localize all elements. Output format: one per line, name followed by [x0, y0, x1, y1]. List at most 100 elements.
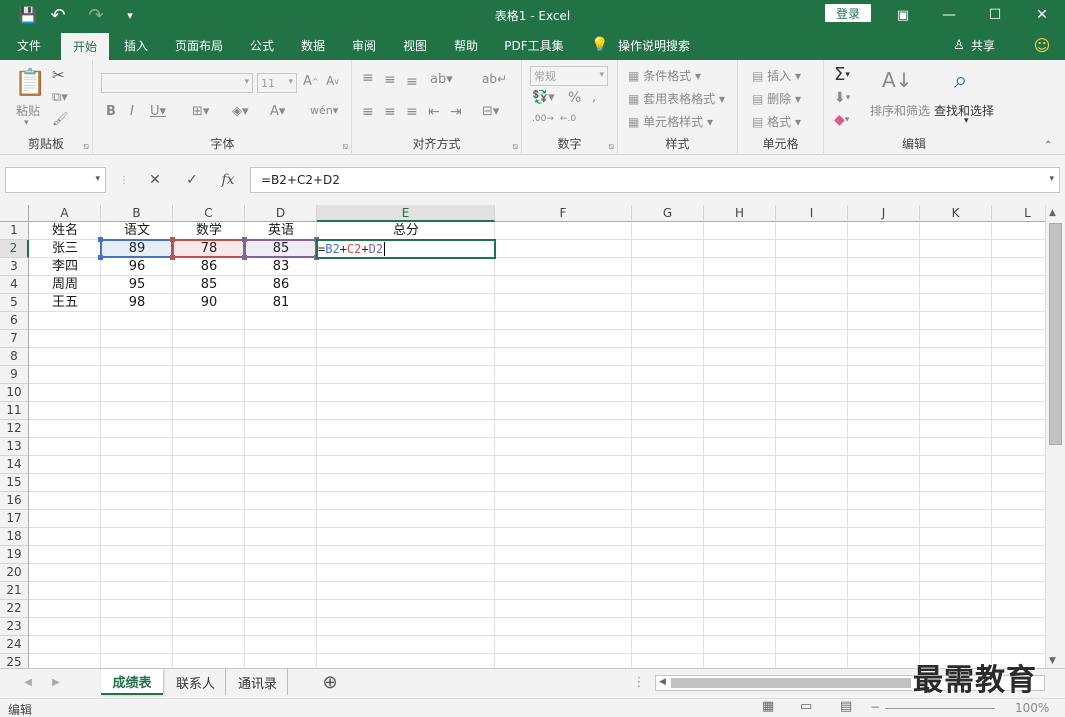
- comma-icon[interactable]: ,: [592, 90, 596, 105]
- worksheet-grid[interactable]: A B C D E F G H I J K L 1 2 3 4 5 6 7 8 9 10 11 12 1…: [0, 205, 1045, 668]
- cancel-icon[interactable]: ✕: [142, 169, 168, 191]
- cell-c1[interactable]: 数学: [173, 222, 245, 240]
- select-all-corner[interactable]: [0, 205, 29, 222]
- row-header-23[interactable]: 23: [0, 618, 29, 636]
- align-top-icon[interactable]: ≡: [362, 70, 374, 86]
- maximize-button[interactable]: ☐: [972, 0, 1018, 30]
- row-header-21[interactable]: 21: [0, 582, 29, 600]
- tab-page-layout[interactable]: 页面布局: [166, 30, 232, 60]
- cell-c3[interactable]: 86: [173, 258, 245, 276]
- align-middle-icon[interactable]: ≡: [384, 72, 396, 88]
- row-header-15[interactable]: 15: [0, 474, 29, 492]
- number-launcher-icon[interactable]: ⧅: [608, 142, 614, 152]
- page-break-view-icon[interactable]: ▤: [840, 699, 852, 714]
- zoom-out-icon[interactable]: −: [870, 700, 880, 714]
- column-header-i[interactable]: I: [776, 205, 848, 222]
- minimize-button[interactable]: —: [926, 0, 972, 30]
- tab-data[interactable]: 数据: [291, 30, 335, 60]
- zoom-slider[interactable]: [885, 708, 995, 709]
- conditional-formatting-button[interactable]: ▦ 条件格式 ▾: [628, 67, 701, 84]
- insert-cells-button[interactable]: ▤ 插入 ▾: [752, 67, 801, 84]
- cell-b3[interactable]: 96: [101, 258, 173, 276]
- row-header-3[interactable]: 3: [0, 258, 29, 276]
- row-header-18[interactable]: 18: [0, 528, 29, 546]
- column-header-a[interactable]: A: [29, 205, 101, 222]
- cell-a1[interactable]: 姓名: [29, 222, 101, 240]
- font-launcher-icon[interactable]: ⧅: [342, 142, 348, 152]
- tab-file[interactable]: 文件: [6, 30, 52, 60]
- row-header-1[interactable]: 1: [0, 222, 29, 240]
- row-header-7[interactable]: 7: [0, 330, 29, 348]
- save-icon[interactable]: 💾: [14, 0, 42, 30]
- insert-function-icon[interactable]: fx: [215, 169, 241, 191]
- paste-dropdown-icon[interactable]: ▾: [24, 118, 29, 128]
- row-header-19[interactable]: 19: [0, 546, 29, 564]
- collapse-ribbon-icon[interactable]: ⌃: [1044, 140, 1052, 151]
- sheet-tab-address-book[interactable]: 通讯录: [228, 669, 288, 695]
- sort-filter-label[interactable]: 排序和筛选: [870, 102, 930, 119]
- increase-indent-icon[interactable]: ⇥: [450, 104, 462, 120]
- search-icon[interactable]: ⌕: [954, 66, 967, 94]
- enter-icon[interactable]: ✓: [179, 169, 205, 191]
- align-center-icon[interactable]: ≡: [384, 104, 396, 120]
- zoom-level[interactable]: 100%: [1015, 701, 1049, 715]
- login-button[interactable]: 登录: [825, 4, 871, 22]
- merge-center-icon[interactable]: ⊟▾: [482, 104, 499, 119]
- column-header-k[interactable]: K: [920, 205, 992, 222]
- sheet-tab-contacts[interactable]: 联系人: [166, 669, 226, 695]
- customize-qat-icon[interactable]: ▾: [116, 0, 144, 30]
- align-bottom-icon[interactable]: ≡: [406, 74, 418, 90]
- row-header-5[interactable]: 5: [0, 294, 29, 312]
- scroll-down-icon[interactable]: ▼: [1049, 656, 1056, 666]
- sheet-tab-grades[interactable]: 成绩表: [101, 669, 163, 695]
- find-dropdown-icon[interactable]: ▾: [964, 116, 969, 126]
- autosum-icon[interactable]: Σ ▾: [834, 64, 850, 85]
- cell-b4[interactable]: 95: [101, 276, 173, 294]
- cell-a5[interactable]: 王五: [29, 294, 101, 312]
- decrease-decimal-icon[interactable]: ←.0: [560, 114, 576, 124]
- underline-icon[interactable]: U▾: [150, 104, 166, 119]
- column-header-j[interactable]: J: [848, 205, 920, 222]
- font-color-icon[interactable]: A▾: [270, 104, 285, 119]
- row-header-4[interactable]: 4: [0, 276, 29, 294]
- cell-e1[interactable]: 总分: [317, 222, 495, 240]
- row-header-10[interactable]: 10: [0, 384, 29, 402]
- fill-color-icon[interactable]: ◈▾: [232, 104, 249, 119]
- clear-icon[interactable]: ◆ ▾: [834, 112, 849, 128]
- number-format-select[interactable]: 常规 ▾: [530, 66, 608, 86]
- cell-b5[interactable]: 98: [101, 294, 173, 312]
- cell-d1[interactable]: 英语: [245, 222, 317, 240]
- alignment-launcher-icon[interactable]: ⧅: [512, 142, 518, 152]
- tab-help[interactable]: 帮助: [444, 30, 488, 60]
- paste-icon[interactable]: 📋: [14, 68, 46, 98]
- cell-a4[interactable]: 周周: [29, 276, 101, 294]
- format-as-table-button[interactable]: ▦ 套用表格格式 ▾: [628, 90, 725, 107]
- cell-c5[interactable]: 90: [173, 294, 245, 312]
- align-right-icon[interactable]: ≡: [406, 104, 418, 120]
- scroll-left-icon[interactable]: ◀: [659, 677, 666, 687]
- column-header-c[interactable]: C: [173, 205, 245, 222]
- copy-icon[interactable]: ⧉▾: [52, 90, 68, 105]
- sheet-prev-icon[interactable]: ◀: [20, 669, 36, 695]
- redo-icon[interactable]: ↷: [82, 0, 110, 30]
- cell-d3[interactable]: 83: [245, 258, 317, 276]
- font-size-select[interactable]: 11 ▾: [257, 73, 297, 93]
- column-header-f[interactable]: F: [495, 205, 632, 222]
- row-header-13[interactable]: 13: [0, 438, 29, 456]
- cell-styles-button[interactable]: ▦ 单元格样式 ▾: [628, 113, 713, 130]
- row-header-25[interactable]: 25: [0, 654, 29, 668]
- format-painter-icon[interactable]: 🖌: [52, 112, 69, 127]
- cell-d5[interactable]: 81: [245, 294, 317, 312]
- paste-label[interactable]: 粘贴: [16, 102, 40, 119]
- row-header-11[interactable]: 11: [0, 402, 29, 420]
- smiley-feedback-icon[interactable]: ☺: [1030, 30, 1054, 60]
- column-header-l[interactable]: L: [992, 205, 1045, 222]
- sort-filter-icon[interactable]: A↓: [882, 68, 912, 92]
- phonetic-icon[interactable]: wén▾: [310, 104, 338, 117]
- tab-review[interactable]: 审阅: [342, 30, 386, 60]
- add-sheet-icon[interactable]: ⊕: [318, 669, 342, 695]
- scroll-up-icon[interactable]: ▲: [1049, 208, 1056, 218]
- fill-icon[interactable]: ⬇ ▾: [834, 90, 850, 106]
- orientation-icon[interactable]: ab▾: [430, 72, 453, 87]
- tab-view[interactable]: 视图: [393, 30, 437, 60]
